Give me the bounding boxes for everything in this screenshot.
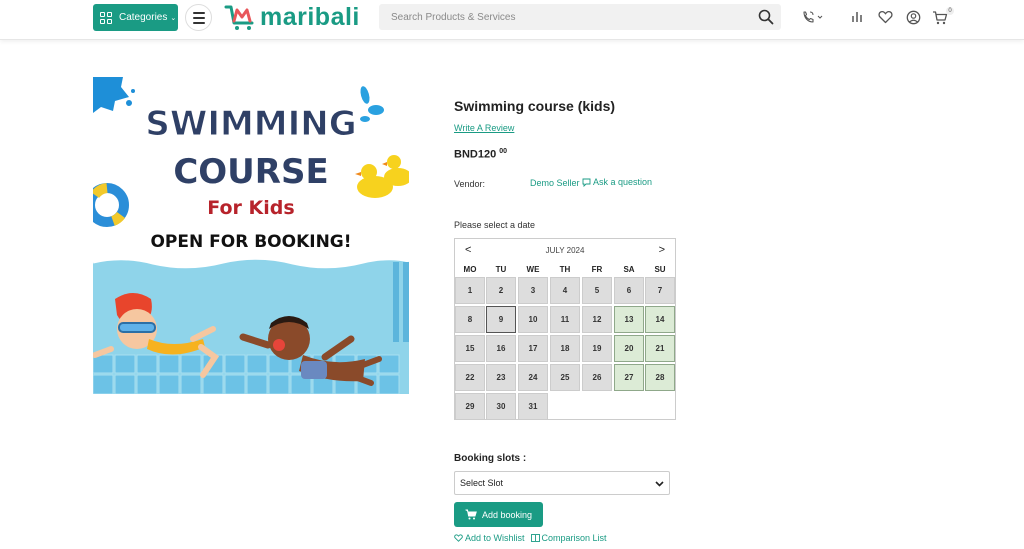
categories-button[interactable]: Categories ⌄	[93, 4, 178, 31]
calendar-day[interactable]: 3	[518, 277, 548, 304]
calendar-day[interactable]: 22	[455, 364, 485, 391]
calendar-day[interactable]: 29	[455, 393, 485, 420]
calendar-day[interactable]: 8	[455, 306, 485, 333]
compare-icon[interactable]	[848, 8, 866, 26]
cart-logo-icon	[224, 5, 254, 30]
image-title-swimming: SWIMMING	[145, 104, 356, 144]
calendar-day[interactable]: 30	[486, 393, 516, 420]
extra-links: Add to Wishlist Comparison List	[454, 533, 607, 543]
booking-slots-label: Booking slots :	[454, 453, 527, 464]
search-input[interactable]	[391, 11, 741, 23]
weekday-header: SA	[623, 265, 635, 274]
weekday-header: SU	[654, 265, 666, 274]
calendar-day[interactable]: 16	[486, 335, 516, 362]
weekday-header: WE	[526, 265, 540, 274]
weekday-header: TH	[559, 265, 571, 274]
chevron-down-icon: ⌄	[170, 14, 177, 22]
menu-button[interactable]	[185, 4, 212, 31]
calendar-day[interactable]: 14	[645, 306, 675, 333]
categories-label: Categories	[119, 12, 168, 23]
vendor-label: Vendor:	[454, 179, 486, 189]
comparison-label: Comparison List	[541, 533, 607, 543]
weekday-header: MO	[463, 265, 477, 274]
add-booking-label: Add booking	[481, 509, 533, 520]
image-open-for-booking: OPEN FOR BOOKING!	[150, 232, 351, 252]
add-booking-button[interactable]: Add booking	[454, 502, 543, 527]
image-title-course: COURSE	[173, 152, 328, 192]
calendar-day[interactable]: 31	[518, 393, 548, 420]
next-month-button[interactable]: >	[659, 244, 665, 256]
ask-question-link[interactable]: Ask a question	[582, 177, 652, 187]
calendar-day[interactable]: 5	[582, 277, 612, 304]
ask-question-label: Ask a question	[593, 177, 653, 187]
calendar-header: < JULY 2024 >	[455, 239, 675, 263]
date-label: Please select a date	[454, 220, 536, 230]
weekday-header: TU	[495, 265, 507, 274]
calendar-day[interactable]: 18	[550, 335, 580, 362]
calendar-day[interactable]: 13	[614, 306, 644, 333]
header: Categories ⌄ maribali Search Products & …	[0, 0, 1024, 40]
comparison-list-link[interactable]: Comparison List	[530, 533, 607, 543]
heart-icon[interactable]	[876, 8, 894, 26]
calendar-day[interactable]: 2	[486, 277, 516, 304]
vendor-link[interactable]: Demo Seller	[530, 178, 580, 188]
logo-text: maribali	[260, 2, 360, 31]
calendar-day[interactable]: 20	[614, 335, 644, 362]
cart-count-badge: 0	[946, 7, 954, 15]
search-icon[interactable]	[758, 9, 774, 25]
calendar-day[interactable]: 15	[455, 335, 485, 362]
calendar-day[interactable]: 11	[550, 306, 580, 333]
calendar-day[interactable]: 26	[582, 364, 612, 391]
user-icon[interactable]	[904, 8, 922, 26]
calendar-day[interactable]: 28	[645, 364, 675, 391]
price-cents: 00	[499, 148, 508, 155]
phone-icon[interactable]	[800, 8, 826, 26]
heart-icon	[454, 534, 463, 542]
image-subtitle-for-kids: For Kids	[207, 197, 294, 219]
calendar-day[interactable]: 25	[550, 364, 580, 391]
calendar-day[interactable]: 7	[645, 277, 675, 304]
grid-icon	[100, 11, 112, 24]
slot-select-value: Select Slot	[460, 478, 504, 488]
chevron-down-icon	[655, 481, 664, 487]
chat-icon	[582, 178, 591, 187]
wishlist-label: Add to Wishlist	[465, 533, 525, 543]
calendar-day[interactable]: 1	[455, 277, 485, 304]
calendar-day[interactable]: 12	[582, 306, 612, 333]
calendar-day[interactable]: 27	[614, 364, 644, 391]
compare-icon	[530, 534, 540, 542]
calendar-day[interactable]: 21	[645, 335, 675, 362]
slot-select[interactable]: Select Slot	[454, 471, 670, 495]
calendar-day[interactable]: 4	[550, 277, 580, 304]
add-to-wishlist-link[interactable]: Add to Wishlist	[454, 533, 525, 543]
cart-icon	[465, 509, 477, 520]
date-picker: < JULY 2024 > MO TU WE TH FR SA SU 1 2 3 4 5 6 7 8 9 10 1…	[454, 238, 676, 420]
weekday-header: FR	[591, 265, 603, 274]
calendar-day[interactable]: 6	[614, 277, 644, 304]
calendar-day[interactable]: 19	[582, 335, 612, 362]
product-price: BND120 00	[454, 148, 507, 161]
calendar-day[interactable]: 9	[486, 306, 516, 333]
calendar-day[interactable]: 24	[518, 364, 548, 391]
product-image: SWIMMING COURSE For Kids OPEN FOR BOOKIN…	[93, 77, 409, 394]
price-main: BND120	[454, 148, 497, 161]
write-review-link[interactable]: Write A Review	[454, 123, 514, 133]
calendar-month: JULY 2024	[545, 246, 585, 255]
search-bar	[379, 4, 781, 30]
logo[interactable]: maribali	[224, 2, 360, 32]
calendar-day[interactable]: 17	[518, 335, 548, 362]
calendar-day[interactable]: 23	[486, 364, 516, 391]
product-title: Swimming course (kids)	[454, 98, 616, 114]
calendar-day[interactable]: 10	[518, 306, 548, 333]
